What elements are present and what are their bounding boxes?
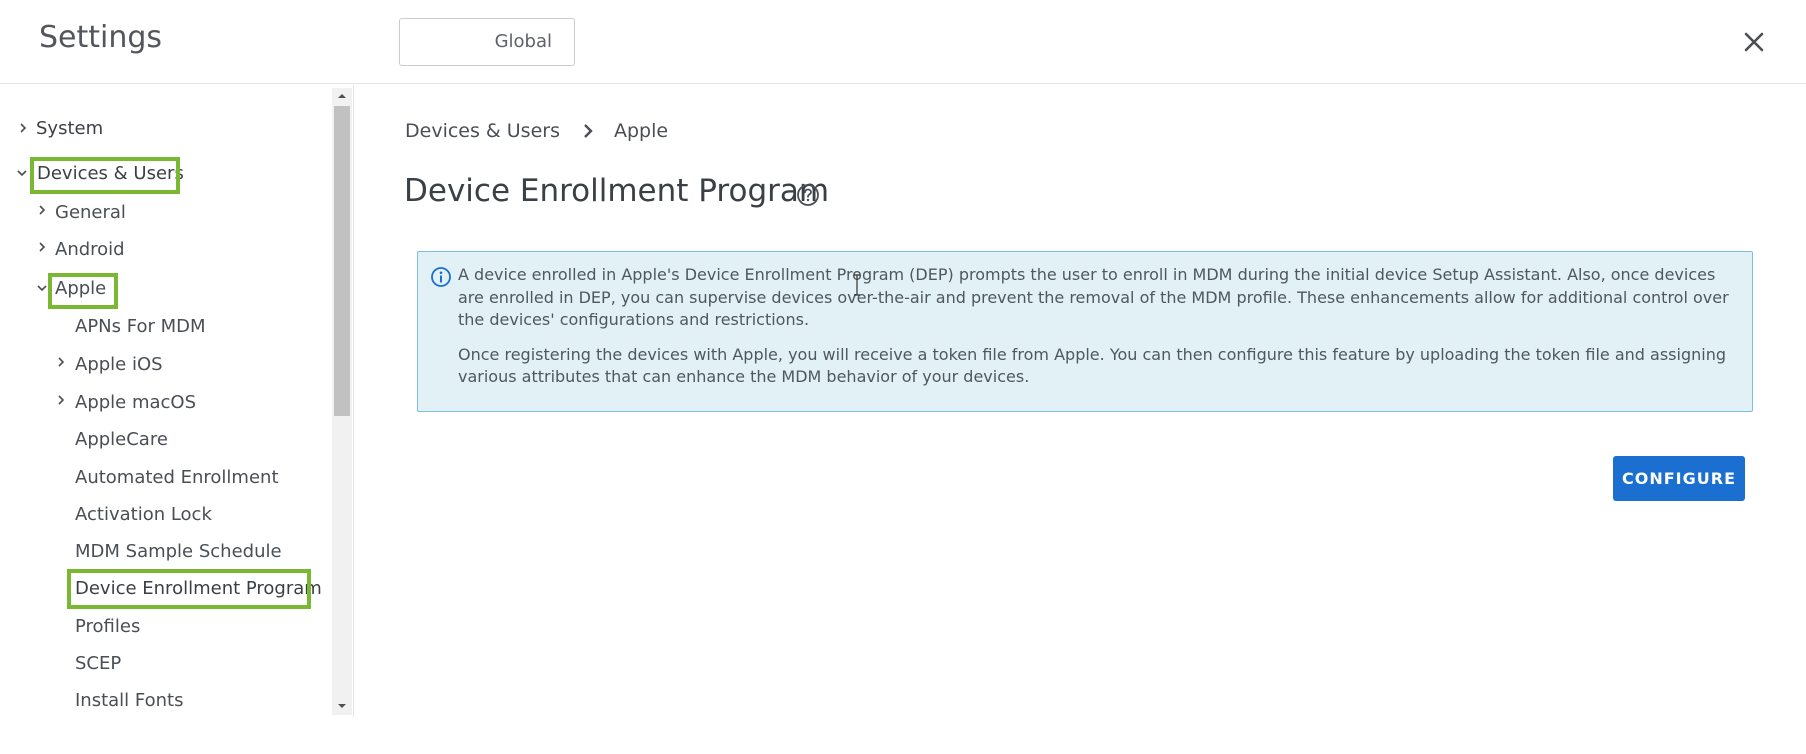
breadcrumb-apple: Apple	[613, 120, 669, 142]
sidebar-item-devices-users[interactable]: Devices & Users	[37, 163, 184, 184]
chevron-right-icon	[584, 124, 593, 138]
sidebar-item-device-enrollment-program[interactable]: Device Enrollment Program	[75, 578, 322, 599]
info-paragraph-1: A device enrolled in Apple's Device Enro…	[458, 265, 1729, 329]
sidebar-item-applecare[interactable]: AppleCare	[75, 429, 168, 450]
info-paragraph-2: Once registering the devices with Apple,…	[458, 344, 1726, 387]
sidebar-item-android[interactable]: Android	[55, 239, 125, 260]
sidebar-item-apple-ios[interactable]: Apple iOS	[75, 354, 163, 375]
page-title-settings: Settings	[39, 20, 163, 55]
breadcrumb: Devices & Users Apple	[405, 120, 668, 142]
chevron-right-icon[interactable]	[18, 123, 28, 133]
page-title: Device Enrollment Program	[404, 173, 830, 209]
sidebar-item-scep[interactable]: SCEP	[75, 653, 121, 674]
breadcrumb-devices-users[interactable]: Devices & Users	[405, 120, 560, 142]
info-callout: A device enrolled in Apple's Device Enro…	[417, 251, 1753, 412]
chevron-right-icon[interactable]	[56, 395, 66, 405]
sidebar-item-apple[interactable]: Apple	[55, 278, 106, 299]
settings-header: Settings Global	[0, 0, 1806, 84]
chevron-down-icon[interactable]	[37, 283, 47, 293]
sidebar-item-profiles[interactable]: Profiles	[75, 616, 140, 637]
sidebar-item-system[interactable]: System	[36, 118, 103, 139]
chevron-right-icon[interactable]	[37, 242, 47, 252]
info-icon	[431, 267, 451, 287]
scope-selector[interactable]: Global	[399, 18, 575, 66]
close-icon[interactable]	[1738, 26, 1770, 58]
help-icon[interactable]	[796, 183, 820, 207]
sidebar-item-general[interactable]: General	[55, 202, 126, 223]
sidebar-item-install-fonts[interactable]: Install Fonts	[75, 690, 183, 711]
sidebar-item-activation-lock[interactable]: Activation Lock	[75, 504, 212, 525]
sidebar-item-mdm-sample-schedule[interactable]: MDM Sample Schedule	[75, 541, 282, 562]
configure-button[interactable]: CONFIGURE	[1613, 456, 1745, 501]
sidebar-item-apple-macos[interactable]: Apple macOS	[75, 392, 196, 413]
sidebar-item-automated-enrollment[interactable]: Automated Enrollment	[75, 467, 279, 488]
scroll-down-icon[interactable]	[334, 700, 350, 712]
sidebar-scrollbar-thumb[interactable]	[334, 106, 350, 416]
chevron-down-icon[interactable]	[17, 168, 27, 178]
settings-sidebar: System Devices & Users General Android A…	[0, 85, 354, 717]
sidebar-item-apns-for-mdm[interactable]: APNs For MDM	[75, 316, 206, 337]
info-text: A device enrolled in Apple's Device Enro…	[458, 264, 1740, 401]
chevron-right-icon[interactable]	[56, 357, 66, 367]
chevron-right-icon[interactable]	[37, 205, 47, 215]
text-cursor-icon	[854, 274, 860, 296]
scroll-up-icon[interactable]	[334, 90, 350, 102]
